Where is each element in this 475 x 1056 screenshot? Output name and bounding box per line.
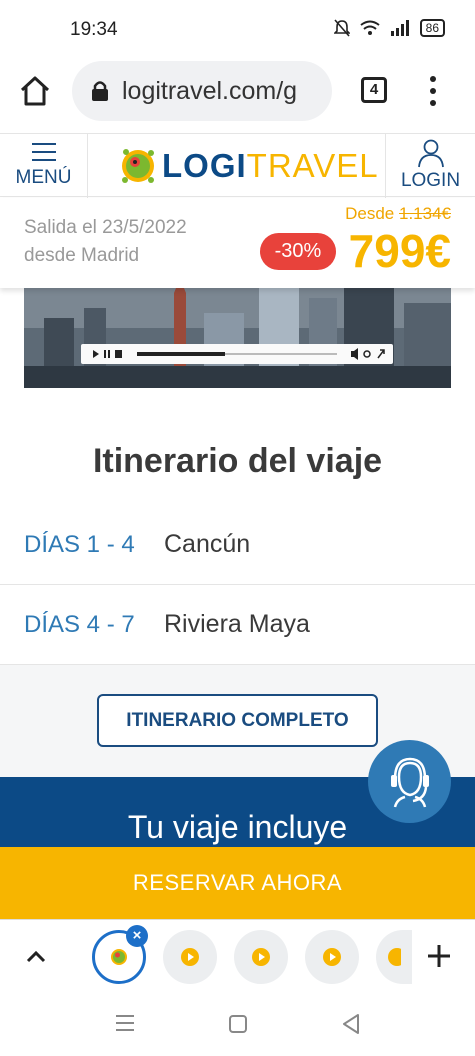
login-label: LOGIN [400, 170, 461, 191]
reserve-now-button[interactable]: RESERVAR AHORA [0, 847, 475, 919]
menu-button[interactable]: MENÚ [0, 134, 88, 198]
from-price-label: Desde 1.134€ [345, 204, 451, 224]
departure-info: Salida el 23/5/2022 desde Madrid [24, 214, 187, 270]
status-time: 19:34 [70, 19, 118, 40]
video-player[interactable] [24, 288, 451, 388]
browser-toolbar: logitravel.com/g 4 [0, 58, 475, 128]
new-tab-plus-icon[interactable] [425, 942, 453, 970]
tab-thumbnail[interactable] [234, 930, 288, 984]
play-circle-icon [181, 948, 199, 966]
login-button[interactable]: LOGIN [385, 134, 475, 198]
itinerary-place: Cancún [164, 530, 251, 558]
itinerary-row[interactable]: DÍAS 4 - 7 Riviera Maya [0, 585, 475, 665]
system-nav-bar [0, 992, 475, 1056]
status-bar: 19:34 86 [0, 0, 475, 58]
logitravel-logo[interactable]: LOGI TRAVEL [118, 142, 379, 190]
departure-city: desde Madrid [24, 245, 140, 266]
gecko-logo-icon [111, 949, 127, 965]
gecko-logo-icon [122, 149, 154, 183]
home-square-icon[interactable] [228, 1014, 248, 1034]
logo-text-travel: TRAVEL [246, 147, 379, 184]
battery-icon: 86 [419, 19, 445, 37]
old-price: 1.134€ [399, 204, 451, 223]
headset-agent-icon [390, 757, 429, 807]
address-bar[interactable]: logitravel.com/g [72, 61, 332, 121]
browser-tab-strip: × [0, 919, 475, 992]
site-header: MENÚ LOGI TRAVEL LOGIN [0, 133, 475, 198]
video-thumbnail-city [24, 288, 451, 388]
discount-badge: -30% [260, 233, 336, 270]
itinerary-place: Riviera Maya [164, 610, 310, 638]
url-text: logitravel.com/g [122, 76, 298, 105]
video-controls[interactable] [81, 344, 393, 364]
menu-label: MENÚ [15, 167, 72, 188]
tab-thumbnail[interactable] [163, 930, 217, 984]
lock-icon [92, 81, 108, 101]
back-triangle-icon[interactable] [341, 1013, 361, 1035]
hamburger-icon [31, 143, 56, 161]
tab-thumbnail[interactable] [305, 930, 359, 984]
signal-icon [390, 20, 409, 36]
wifi-icon [360, 20, 380, 35]
full-itinerary-button[interactable]: ITINERARIO COMPLETO [97, 694, 378, 747]
close-tab-icon[interactable]: × [126, 925, 148, 947]
itinerary-days: DÍAS 4 - 7 [24, 610, 135, 638]
logo-text-logi: LOGI [162, 147, 247, 184]
user-icon [417, 139, 444, 168]
current-price: 799€ [348, 225, 451, 277]
itinerary-title: Itinerario del viaje [92, 442, 383, 480]
play-circle-icon [252, 948, 270, 966]
tab-switcher-button[interactable]: 4 [361, 77, 387, 103]
play-circle-icon [388, 948, 401, 966]
play-circle-icon [323, 948, 341, 966]
itinerary-row[interactable]: DÍAS 1 - 4 Cancún [0, 505, 475, 585]
home-icon[interactable] [18, 74, 52, 108]
status-icons: 86 [333, 19, 445, 37]
mute-icon [333, 19, 350, 37]
itinerary-days: DÍAS 1 - 4 [24, 530, 135, 558]
departure-date: Salida el 23/5/2022 [24, 217, 187, 238]
recent-apps-icon[interactable] [114, 1014, 136, 1032]
more-options-icon[interactable] [424, 74, 442, 108]
video-controls-icons [93, 348, 385, 360]
tab-thumbnail[interactable] [376, 930, 412, 984]
chevron-up-icon[interactable] [24, 944, 48, 968]
desde-label: Desde [345, 204, 395, 223]
customer-support-button[interactable] [368, 740, 451, 823]
price-bar: Salida el 23/5/2022 desde Madrid Desde 1… [0, 198, 475, 288]
